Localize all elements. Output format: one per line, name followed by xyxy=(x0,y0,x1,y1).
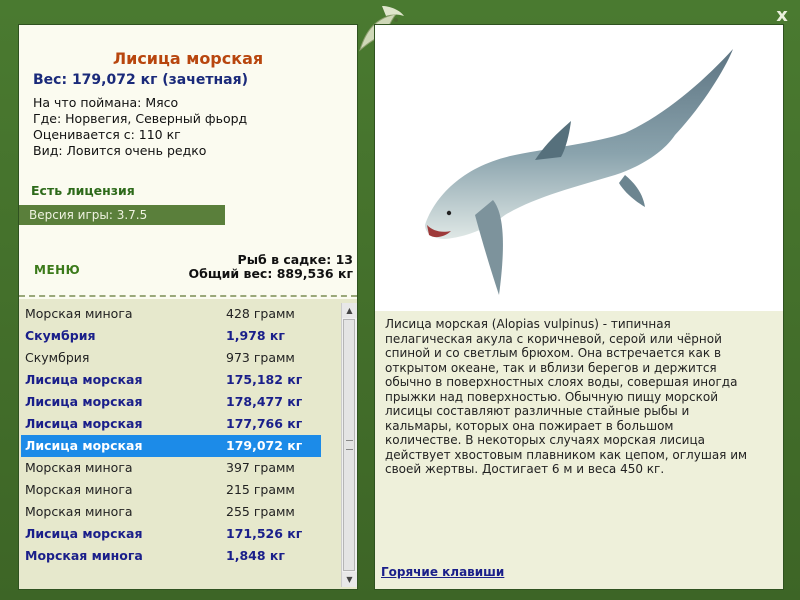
scroll-down-button[interactable]: ▼ xyxy=(342,572,357,587)
value-text: Оценивается с: 110 кг xyxy=(33,127,181,142)
catch-weight: 215 грамм xyxy=(226,482,295,497)
catch-weight: 178,477 кг xyxy=(226,394,303,409)
catch-weight: 171,526 кг xyxy=(226,526,303,541)
fish-description: Лисица морская (Alopias vulpinus) - типи… xyxy=(385,317,748,476)
total-weight: Общий вес: 889,536 кг xyxy=(188,266,354,281)
catch-weight: 177,766 кг xyxy=(226,416,303,431)
catch-weight: 397 грамм xyxy=(226,460,295,475)
catch-name: Лисица морская xyxy=(25,438,143,453)
scroll-up-button[interactable]: ▲ xyxy=(342,303,357,318)
fish-description-panel: Лисица морская (Alopias vulpinus) - типи… xyxy=(374,24,784,590)
close-button[interactable]: x xyxy=(772,6,792,26)
catch-weight: 255 грамм xyxy=(226,504,295,519)
catch-row[interactable]: Морская минога 255 грамм xyxy=(21,501,323,523)
thresher-shark-image xyxy=(425,49,733,295)
catch-name: Морская минога xyxy=(25,548,143,563)
catch-name: Скумбрия xyxy=(25,328,96,343)
catch-name: Лисица морская xyxy=(25,394,143,409)
catch-row[interactable]: Лисица морская 171,526 кг xyxy=(21,523,323,545)
catch-name: Скумбрия xyxy=(25,350,90,365)
catch-name: Морская минога xyxy=(25,504,133,519)
catch-name: Лисица морская xyxy=(25,526,143,541)
version-bar: Версия игры: 3.7.5 xyxy=(19,205,225,225)
catch-weight: 179,072 кг xyxy=(226,438,303,453)
catch-list: Морская минога 428 грамм Скумбрия 1,978 кг С… xyxy=(21,303,323,567)
catch-row[interactable]: Морская минога 428 грамм xyxy=(21,303,323,325)
catch-row[interactable]: Скумбрия 1,978 кг xyxy=(21,325,323,347)
catch-row-selected[interactable]: Лисица морская 179,072 кг xyxy=(21,435,321,457)
catch-weight: 428 грамм xyxy=(226,306,295,321)
fish-count: Рыб в садке: 13 xyxy=(237,252,353,267)
catch-stats: Рыб в садке: 13 Общий вес: 889,536 кг xyxy=(189,253,354,281)
license-status: Есть лицензия xyxy=(31,183,135,198)
catch-row[interactable]: Морская минога 397 грамм xyxy=(21,457,323,479)
catch-name: Морская минога xyxy=(25,306,133,321)
rarity-text: Вид: Ловится очень редко xyxy=(33,143,207,158)
catch-weight: 973 грамм xyxy=(226,350,295,365)
catch-row[interactable]: Морская минога 1,848 кг xyxy=(21,545,323,567)
catch-row[interactable]: Скумбрия 973 грамм xyxy=(21,347,323,369)
catch-row[interactable]: Лисица морская 177,766 кг xyxy=(21,413,323,435)
fish-image-area xyxy=(375,25,783,311)
location-text: Где: Норвегия, Северный фьорд xyxy=(33,111,248,126)
fish-title: Лисица морская xyxy=(112,49,264,68)
catch-weight: 1,848 кг xyxy=(226,548,285,563)
bait-text: На что поймана: Мясо xyxy=(33,95,179,110)
catch-list-area: Морская минога 428 грамм Скумбрия 1,978 кг С… xyxy=(19,299,357,589)
catch-name: Морская минога xyxy=(25,482,133,497)
fish-details: На что поймана: Мясо Где: Норвегия, Севе… xyxy=(33,95,247,159)
fish-weight: Вес: 179,072 кг (зачетная) xyxy=(33,72,248,88)
list-scrollbar[interactable]: ▲ ▼ xyxy=(341,303,357,587)
hotkeys-link[interactable]: Горячие клавиши xyxy=(381,565,504,579)
divider xyxy=(19,295,357,297)
menu-button[interactable]: МЕНЮ xyxy=(34,263,80,277)
catch-row[interactable]: Лисица морская 178,477 кг xyxy=(21,391,323,413)
catch-row[interactable]: Морская минога 215 грамм xyxy=(21,479,323,501)
catch-name: Лисица морская xyxy=(25,372,143,387)
catch-name: Лисица морская xyxy=(25,416,143,431)
fish-info-panel: Лисица морская Вес: 179,072 кг (зачетная… xyxy=(18,24,358,590)
scroll-thumb[interactable] xyxy=(343,319,355,571)
catch-weight: 1,978 кг xyxy=(226,328,285,343)
catch-name: Морская минога xyxy=(25,460,133,475)
catch-row[interactable]: Лисица морская 175,182 кг xyxy=(21,369,323,391)
catch-weight: 175,182 кг xyxy=(226,372,303,387)
